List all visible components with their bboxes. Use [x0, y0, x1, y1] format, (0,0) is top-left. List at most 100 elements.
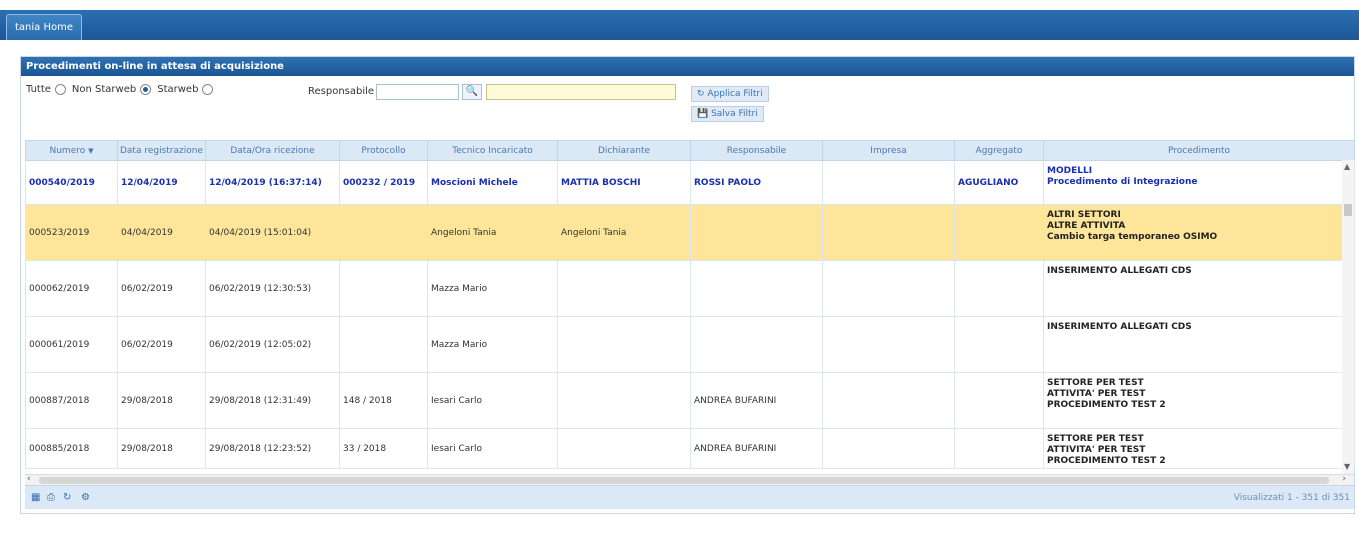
cell-tecnico: Mazza Mario — [427, 260, 558, 317]
hscroll-thumb[interactable] — [39, 477, 1329, 484]
cell-tecnico: Iesari Carlo — [427, 428, 558, 469]
col-dichiarante[interactable]: Dichiarante — [557, 140, 691, 161]
cell-procedimento: ALTRI SETTORI ALTRE ATTIVITA Cambio targa … — [1043, 204, 1355, 261]
cell-numero: 000062/2019 — [25, 260, 118, 317]
cell-numero: 000887/2018 — [25, 372, 118, 429]
cell-dichiarante: Angeloni Tania — [557, 204, 691, 261]
cell-aggregato — [954, 316, 1044, 373]
table-row[interactable]: 000062/2019 06/02/2019 06/02/2019 (12:30:5… — [25, 260, 1355, 317]
horizontal-scrollbar[interactable]: ‹ › — [25, 474, 1354, 485]
tab-home[interactable]: tania Home — [6, 14, 83, 40]
table-row[interactable]: 000885/2018 29/08/2018 29/08/2018 (12:23:5… — [25, 428, 1355, 469]
col-tecnico[interactable]: Tecnico Incaricato — [427, 140, 558, 161]
cell-aggregato: AGUGLIANO — [954, 160, 1044, 205]
table-header: Numero ▼ Data registrazione Data/Ora ric… — [25, 140, 1355, 161]
record-count: Visualizzati 1 - 351 di 351 — [1233, 493, 1350, 503]
procedimento-line: Cambio targa temporaneo OSIMO — [1047, 232, 1218, 242]
cell-aggregato — [954, 260, 1044, 317]
col-numero[interactable]: Numero ▼ — [25, 140, 118, 161]
table-row[interactable]: 000540/2019 12/04/2019 12/04/2019 (16:37:1… — [25, 160, 1355, 205]
procedimento-line: SETTORE PER TEST — [1047, 378, 1144, 388]
scroll-down-icon[interactable]: ▼ — [1344, 462, 1350, 471]
cell-data-ricezione: 12/04/2019 (16:37:14) — [205, 160, 340, 205]
col-aggregato[interactable]: Aggregato — [954, 140, 1044, 161]
col-procedimento[interactable]: Procedimento — [1043, 140, 1355, 161]
cell-numero: 000523/2019 — [25, 204, 118, 261]
cell-dichiarante — [557, 372, 691, 429]
cell-protocollo — [339, 316, 428, 373]
cell-impresa — [822, 316, 955, 373]
reload-icon[interactable]: ↻ — [63, 492, 71, 503]
grid-container: Numero ▼ Data registrazione Data/Ora ric… — [20, 56, 1355, 514]
cell-impresa — [822, 260, 955, 317]
cell-impresa — [822, 160, 955, 205]
cell-protocollo — [339, 204, 428, 261]
print-icon[interactable]: ⎙ — [47, 492, 55, 503]
procedimento-line: ALTRI SETTORI — [1047, 210, 1121, 220]
cell-data-registrazione: 29/08/2018 — [117, 372, 206, 429]
cell-responsabile: ANDREA BUFARINI — [690, 372, 823, 429]
cell-numero: 000885/2018 — [25, 428, 118, 469]
gear-icon[interactable]: ⚙ — [81, 492, 90, 503]
cell-data-registrazione: 29/08/2018 — [117, 428, 206, 469]
cell-responsabile — [690, 204, 823, 261]
cell-responsabile: ANDREA BUFARINI — [690, 428, 823, 469]
top-bar: tania Home — [0, 0, 1359, 42]
cell-data-ricezione: 29/08/2018 (12:31:49) — [205, 372, 340, 429]
cell-impresa — [822, 428, 955, 469]
top-band — [0, 10, 1359, 40]
cell-tecnico: Mazza Mario — [427, 316, 558, 373]
grid-footer: ▦ ⎙ ↻ ⚙ Visualizzati 1 - 351 di 351 — [25, 485, 1354, 509]
vertical-scrollbar[interactable]: ▲ ▼ — [1342, 160, 1354, 474]
cell-procedimento: INSERIMENTO ALLEGATI CDS — [1043, 316, 1355, 373]
cell-protocollo: 33 / 2018 — [339, 428, 428, 469]
cell-dichiarante — [557, 260, 691, 317]
cell-impresa — [822, 204, 955, 261]
table-row[interactable]: 000061/2019 06/02/2019 06/02/2019 (12:05:0… — [25, 316, 1355, 373]
scroll-thumb[interactable] — [1344, 204, 1352, 216]
procedimento-line: ALTRE ATTIVITA — [1047, 221, 1126, 231]
cell-data-registrazione: 04/04/2019 — [117, 204, 206, 261]
cell-data-ricezione: 06/02/2019 (12:05:02) — [205, 316, 340, 373]
cell-protocollo: 148 / 2018 — [339, 372, 428, 429]
cell-data-registrazione: 12/04/2019 — [117, 160, 206, 205]
cell-protocollo — [339, 260, 428, 317]
col-data-ricezione[interactable]: Data/Ora ricezione — [205, 140, 340, 161]
cell-responsabile — [690, 316, 823, 373]
procedimento-line: SETTORE PER TEST — [1047, 434, 1144, 444]
procedimento-line: INSERIMENTO ALLEGATI CDS — [1047, 322, 1192, 332]
table-row[interactable]: 000523/2019 04/04/2019 04/04/2019 (15:01:0… — [25, 204, 1355, 261]
col-protocollo[interactable]: Protocollo — [339, 140, 428, 161]
cell-numero: 000061/2019 — [25, 316, 118, 373]
cell-aggregato — [954, 428, 1044, 469]
procedimento-line: ATTIVITA' PER TEST — [1047, 389, 1146, 399]
col-impresa[interactable]: Impresa — [822, 140, 955, 161]
table-row[interactable]: 000887/2018 29/08/2018 29/08/2018 (12:31:4… — [25, 372, 1355, 429]
procedimento-line: Procedimento di Integrazione — [1047, 177, 1198, 187]
scroll-up-icon[interactable]: ▲ — [1344, 162, 1350, 171]
scroll-left-icon[interactable]: ‹ — [27, 474, 31, 484]
procedimento-line: MODELLI — [1047, 166, 1093, 176]
export-icon[interactable]: ▦ — [31, 492, 40, 503]
cell-data-ricezione: 04/04/2019 (15:01:04) — [205, 204, 340, 261]
cell-procedimento: SETTORE PER TEST ATTIVITA' PER TEST PROCED… — [1043, 372, 1355, 429]
cell-protocollo: 000232 / 2019 — [339, 160, 428, 205]
sort-icon: ▼ — [88, 146, 94, 155]
procedimento-line: PROCEDIMENTO TEST 2 — [1047, 400, 1166, 410]
cell-dichiarante: MATTIA BOSCHI — [557, 160, 691, 205]
col-responsabile[interactable]: Responsabile — [690, 140, 823, 161]
results-table: Numero ▼ Data registrazione Data/Ora ric… — [25, 140, 1355, 469]
col-data-registrazione[interactable]: Data registrazione — [117, 140, 206, 161]
cell-aggregato — [954, 372, 1044, 429]
cell-data-registrazione: 06/02/2019 — [117, 316, 206, 373]
procedimento-line: PROCEDIMENTO TEST 2 — [1047, 456, 1166, 466]
procedimento-line: INSERIMENTO ALLEGATI CDS — [1047, 266, 1192, 276]
cell-responsabile: ROSSI PAOLO — [690, 160, 823, 205]
procedimento-line: ATTIVITA' PER TEST — [1047, 445, 1146, 455]
scroll-right-icon[interactable]: › — [1342, 474, 1346, 484]
col-numero-label: Numero — [49, 145, 86, 156]
cell-procedimento: MODELLI Procedimento di Integrazione — [1043, 160, 1355, 205]
cell-procedimento: SETTORE PER TEST ATTIVITA' PER TEST PROCED… — [1043, 428, 1355, 469]
cell-tecnico: Angeloni Tania — [427, 204, 558, 261]
cell-tecnico: Iesari Carlo — [427, 372, 558, 429]
